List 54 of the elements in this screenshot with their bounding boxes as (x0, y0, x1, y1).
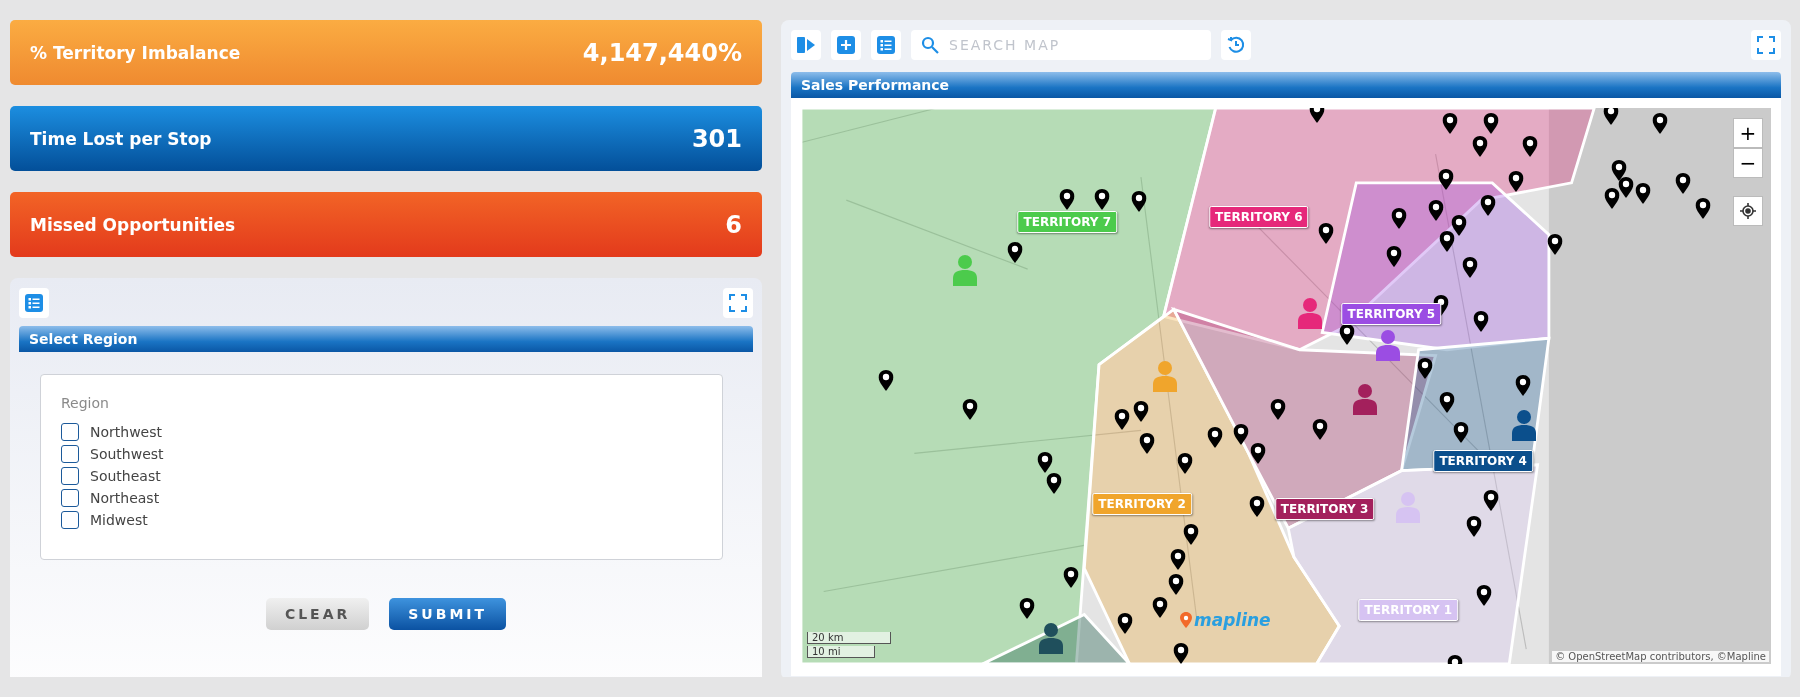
map-pin-logo-icon (1180, 612, 1192, 628)
checkbox[interactable] (61, 467, 79, 485)
option-label: Midwest (90, 512, 148, 528)
option-label: Southeast (90, 468, 161, 484)
zoom-in-button[interactable]: + (1733, 118, 1763, 148)
fullscreen-button[interactable] (723, 288, 753, 318)
history-button[interactable] (1221, 30, 1251, 60)
locate-button[interactable] (1733, 196, 1763, 226)
clear-button[interactable]: CLEAR (265, 598, 370, 630)
option-label: Southwest (90, 446, 164, 462)
kpi-label: % Territory Imbalance (30, 42, 241, 63)
option-label: Northeast (90, 490, 160, 506)
panel-toggle-button[interactable] (791, 30, 821, 60)
sidebar-play-icon (797, 37, 815, 53)
checkbox[interactable] (61, 445, 79, 463)
scale-bar: 10 mi (807, 646, 875, 658)
kpi-label: Missed Opportunities (30, 214, 236, 235)
panel-header: Select Region (19, 326, 753, 352)
territory-label[interactable]: TERRITORY 6 (1209, 206, 1309, 229)
territory-label[interactable]: TERRITORY 3 (1274, 497, 1375, 520)
map[interactable]: TERRITORY 7 TERRITORY 6 TERRITORY 5 TERRITORY 2 TERRITORY 3 TERRITORY 4 TERRITORY 1 + − 20 km 10 mi mapline © OpenStreetMap contributors, ©Mapline (801, 108, 1771, 664)
add-button[interactable] (831, 30, 861, 60)
option-label: Northwest (90, 424, 162, 440)
territory-label[interactable]: TERRITORY 5 (1341, 303, 1442, 326)
crosshair-icon (1740, 203, 1756, 219)
kpi-label: Time Lost per Stop (30, 128, 212, 149)
person-icon[interactable] (1375, 329, 1401, 362)
kpi-value: 4,147,440% (582, 38, 742, 67)
kpi-value: 301 (691, 124, 742, 153)
list-button[interactable] (871, 30, 901, 60)
search-field[interactable]: SEARCH MAP (911, 30, 1211, 60)
map-attribution: © OpenStreetMap contributors, ©Mapline (1552, 651, 1769, 662)
fullscreen-icon (1757, 36, 1775, 54)
checkbox[interactable] (61, 423, 79, 441)
list-button[interactable] (19, 288, 49, 318)
checkbox[interactable] (61, 489, 79, 507)
person-icon[interactable] (1038, 621, 1065, 654)
plus-icon (837, 36, 855, 54)
territory-label[interactable]: TERRITORY 4 (1433, 450, 1533, 473)
submit-button[interactable]: SUBMIT (389, 598, 507, 630)
scale-bar: 20 km (807, 632, 891, 644)
checkbox[interactable] (61, 511, 79, 529)
fullscreen-icon (729, 294, 747, 312)
list-icon (877, 36, 895, 54)
panel-header: Sales Performance (791, 72, 1781, 98)
person-icon[interactable] (1510, 408, 1537, 441)
history-icon (1227, 36, 1245, 54)
field-label: Region (61, 395, 110, 411)
search-icon (921, 36, 939, 54)
list-icon (25, 294, 43, 312)
zoom-out-button[interactable]: − (1733, 148, 1763, 178)
fullscreen-button[interactable] (1751, 30, 1781, 60)
logo-text: mapline (1194, 610, 1271, 630)
kpi-value: 6 (725, 210, 742, 239)
